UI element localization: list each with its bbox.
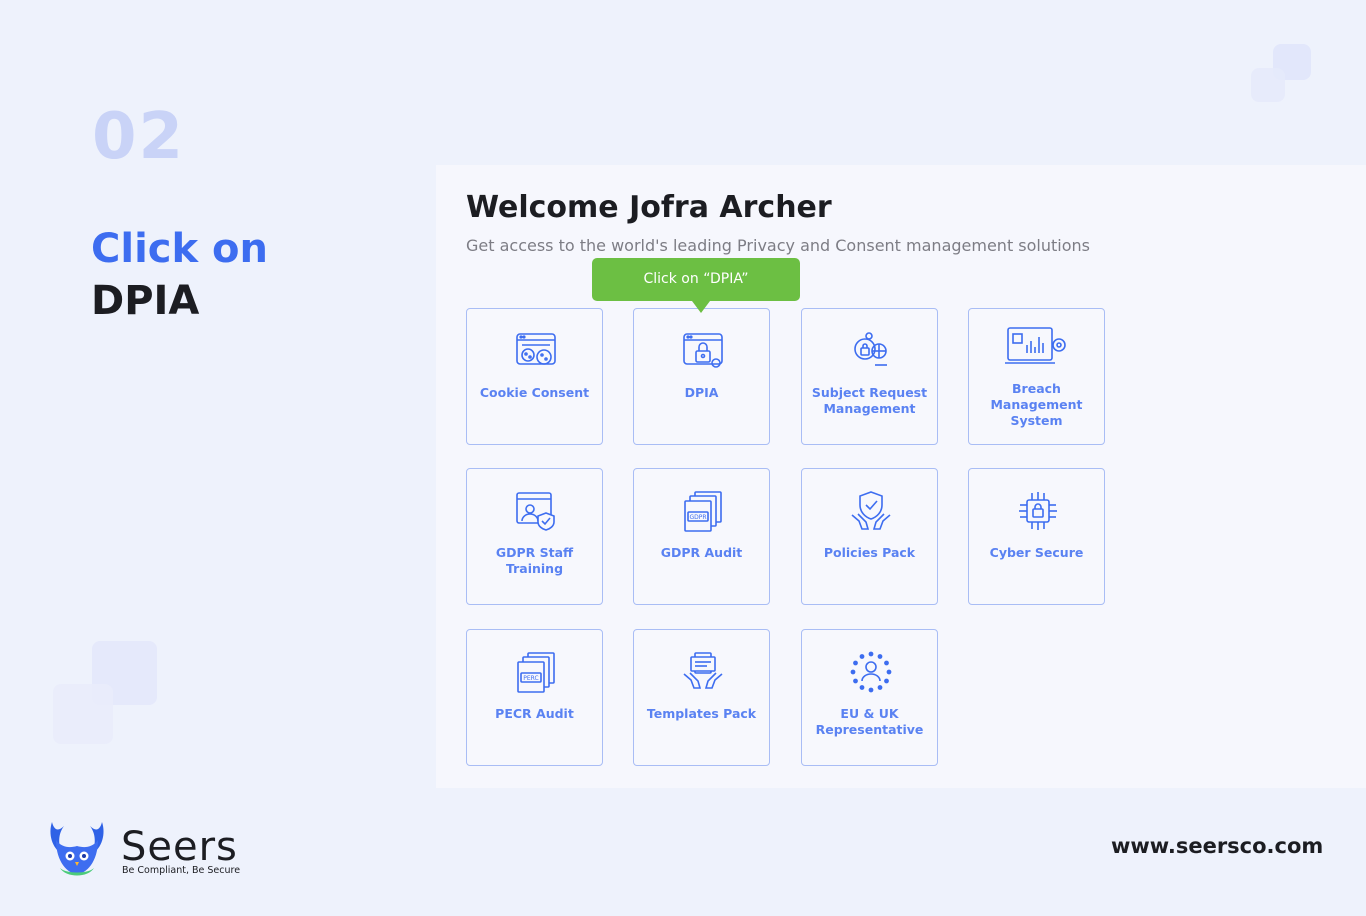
step-heading-target: DPIA bbox=[91, 278, 200, 324]
card-eu-uk-representative[interactable]: EU & UK Representative bbox=[801, 629, 938, 766]
card-label: GDPR Audit bbox=[660, 545, 743, 560]
pecr-audit-icon: PERC bbox=[514, 650, 558, 694]
dashboard-panel: Welcome Jofra Archer Get access to the w… bbox=[436, 165, 1366, 788]
step-number: 02 bbox=[92, 100, 186, 174]
card-cyber-secure[interactable]: Cyber Secure bbox=[968, 468, 1105, 605]
owl-logo-icon bbox=[50, 822, 104, 876]
card-dpia[interactable]: DPIA bbox=[633, 308, 770, 445]
gdpr-audit-icon-label: GDPR bbox=[689, 514, 706, 521]
dpia-tooltip: Click on “DPIA” bbox=[592, 258, 800, 301]
cyber-secure-icon bbox=[1016, 489, 1060, 533]
staff-training-icon bbox=[514, 489, 558, 533]
brand-tagline: Be Compliant, Be Secure bbox=[122, 865, 241, 876]
eu-uk-representative-icon bbox=[849, 650, 893, 694]
card-label: Templates Pack bbox=[646, 706, 757, 721]
card-cookie-consent[interactable]: Cookie Consent bbox=[466, 308, 603, 445]
tooltip-arrow bbox=[692, 301, 710, 313]
brand-name: Seers bbox=[121, 824, 238, 870]
card-label: Breach Management System bbox=[990, 381, 1083, 428]
card-label: Policies Pack bbox=[823, 545, 916, 560]
policies-shield-icon bbox=[849, 489, 893, 533]
card-label: DPIA bbox=[684, 385, 719, 400]
card-breach-management-system[interactable]: Breach Management System bbox=[968, 308, 1105, 445]
templates-pack-icon bbox=[681, 650, 725, 694]
gdpr-audit-icon: GDPR bbox=[681, 489, 725, 533]
card-policies-pack[interactable]: Policies Pack bbox=[801, 468, 938, 605]
decor-square bbox=[53, 684, 113, 744]
dpia-lock-icon bbox=[681, 329, 725, 373]
welcome-subtitle: Get access to the world's leading Privac… bbox=[466, 236, 1090, 255]
decor-square bbox=[1251, 68, 1285, 102]
card-pecr-audit[interactable]: PERC PECR Audit bbox=[466, 629, 603, 766]
card-subject-request-management[interactable]: Subject Request Management bbox=[801, 308, 938, 445]
card-label: Subject Request Management bbox=[811, 385, 928, 416]
step-heading-action: Click on bbox=[91, 226, 268, 272]
welcome-title: Welcome Jofra Archer bbox=[466, 190, 832, 225]
card-label: GDPR Staff Training bbox=[495, 545, 574, 576]
breach-management-icon bbox=[1005, 325, 1069, 369]
card-gdpr-audit[interactable]: GDPR GDPR Audit bbox=[633, 468, 770, 605]
cookie-consent-icon bbox=[514, 329, 558, 373]
website-link[interactable]: www.seersco.com bbox=[1111, 834, 1323, 858]
card-label: Cookie Consent bbox=[479, 385, 590, 400]
pecr-audit-icon-label: PERC bbox=[523, 675, 538, 682]
card-templates-pack[interactable]: Templates Pack bbox=[633, 629, 770, 766]
card-label: EU & UK Representative bbox=[815, 706, 924, 737]
card-label: PECR Audit bbox=[495, 706, 574, 721]
subject-request-icon bbox=[849, 329, 893, 373]
card-gdpr-staff-training[interactable]: GDPR Staff Training bbox=[466, 468, 603, 605]
card-label: Cyber Secure bbox=[989, 545, 1084, 560]
